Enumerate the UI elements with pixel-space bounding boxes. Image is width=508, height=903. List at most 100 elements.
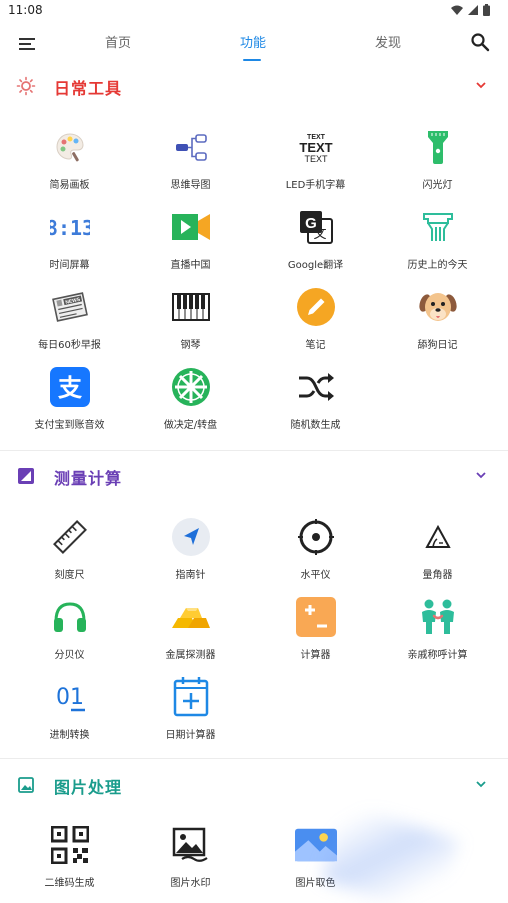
wifi-icon [451, 5, 463, 15]
tool-label: 水平仪 [300, 570, 331, 581]
status-icons [451, 4, 490, 16]
section-header-daily-tools[interactable]: 日常工具 [0, 64, 508, 108]
palette-icon [49, 126, 91, 168]
signal-icon [468, 5, 478, 15]
tab-features[interactable]: 功能 [240, 32, 266, 51]
ruler-icon [49, 516, 91, 558]
tab-indicator [243, 59, 261, 61]
svg-text:支: 支 [58, 374, 83, 402]
search-icon[interactable] [470, 32, 490, 52]
tab-discover[interactable]: 发现 [375, 32, 401, 51]
tool-item-time-screen[interactable]: 8:13 时间屏幕 [6, 206, 133, 286]
tool-label: 量角器 [422, 570, 453, 581]
tool-item-decision-wheel[interactable]: 做决定/转盘 [127, 366, 254, 446]
level-icon [295, 516, 337, 558]
svg-text:01: 01 [56, 685, 84, 710]
tool-item-calculator[interactable]: 计算器 [252, 596, 379, 676]
menu-icon[interactable] [18, 34, 38, 54]
tool-item-metal-detector[interactable]: 金属探测器 [127, 596, 254, 676]
image-color-icon [295, 824, 337, 866]
section-header-image-processing[interactable]: 图片处理 [0, 763, 508, 807]
tool-item-google-translate[interactable]: 文 G Google翻译 [252, 206, 379, 286]
protractor-icon [417, 516, 459, 558]
tool-item-daily-news[interactable]: NEWS 每日60秒早报 [6, 286, 133, 366]
tool-item-image-watermark[interactable]: 图片水印 [127, 824, 254, 903]
tool-item-flashlight[interactable]: 闪光灯 [374, 126, 501, 206]
tool-label: Google翻译 [287, 260, 344, 271]
top-bar: 首页 功能 发现 [0, 24, 508, 64]
tool-label: 直播中国 [170, 260, 211, 271]
tool-item-history-today[interactable]: 历史上的今天 [374, 206, 501, 286]
image-icon [18, 777, 34, 793]
tool-item-protractor[interactable]: 量角器 [374, 516, 501, 596]
compass-icon [170, 516, 212, 558]
tool-label: 亲戚称呼计算 [407, 650, 468, 661]
newspaper-icon: NEWS [49, 286, 91, 328]
live-video-icon [170, 206, 212, 248]
tool-label: 刻度尺 [54, 570, 85, 581]
section-divider [0, 450, 508, 451]
tab-home[interactable]: 首页 [105, 32, 131, 51]
chevron-down-icon[interactable] [474, 468, 488, 482]
alipay-icon: 支 [49, 366, 91, 408]
chevron-down-icon[interactable] [474, 777, 488, 791]
tool-item-random-number[interactable]: 随机数生成 [252, 366, 379, 446]
history-icon [417, 206, 459, 248]
section-divider [0, 758, 508, 759]
tool-item-qr-generator[interactable]: 二维码生成 [6, 824, 133, 903]
tool-label: 分贝仪 [54, 650, 85, 661]
chevron-down-icon[interactable] [474, 78, 488, 92]
mind-map-icon [170, 126, 212, 168]
tool-label: 舔狗日记 [417, 340, 458, 351]
measure-icon [18, 468, 34, 484]
tool-label: 思维导图 [170, 180, 211, 191]
battery-icon [483, 4, 490, 16]
tool-item-mind-map[interactable]: 思维导图 [127, 126, 254, 206]
tool-item-compass[interactable]: 指南针 [127, 516, 254, 596]
headphones-icon [49, 596, 91, 638]
status-bar: 11:08 [0, 0, 508, 22]
tool-item-dog-diary[interactable]: 舔狗日记 [374, 286, 501, 366]
tool-item-live-china[interactable]: 直播中国 [127, 206, 254, 286]
tool-item-simple-drawing-board[interactable]: 简易画板 [6, 126, 133, 206]
tool-label: 随机数生成 [290, 420, 341, 431]
section-title: 测量计算 [54, 469, 123, 488]
tool-label: 图片水印 [170, 878, 211, 889]
calendar-add-icon [170, 676, 212, 718]
svg-text:G: G [305, 215, 317, 232]
tool-item-base-conversion[interactable]: 01 进制转换 [6, 676, 133, 756]
led-text-icon: TEXT TEXT TEXT [295, 126, 337, 168]
tool-label: 钢琴 [180, 340, 201, 351]
section-title: 图片处理 [54, 778, 123, 797]
tool-item-level[interactable]: 水平仪 [252, 516, 379, 596]
tool-label: 每日60秒早报 [38, 340, 101, 351]
image-watermark-icon [170, 824, 212, 866]
tool-label: 简易画板 [49, 180, 90, 191]
tool-item-piano[interactable]: 钢琴 [127, 286, 254, 366]
wheel-icon [170, 366, 212, 408]
tool-item-ruler[interactable]: 刻度尺 [6, 516, 133, 596]
tool-label: 闪光灯 [422, 180, 453, 191]
tool-item-date-calculator[interactable]: 日期计算器 [127, 676, 254, 756]
tool-label: 进制转换 [49, 730, 90, 741]
binary-icon: 01 [49, 676, 91, 718]
tool-item-decibel-meter[interactable]: 分贝仪 [6, 596, 133, 676]
tool-item-relative-title[interactable]: 亲戚称呼计算 [374, 596, 501, 676]
clock-screen-icon: 8:13 [49, 206, 91, 248]
section-title: 日常工具 [54, 79, 123, 98]
shuffle-icon [295, 366, 337, 408]
tool-item-notes[interactable]: 笔记 [252, 286, 379, 366]
tool-item-image-color-picker[interactable]: 图片取色 [252, 824, 379, 903]
tool-label: 做决定/转盘 [163, 420, 218, 431]
tool-label: 时间屏幕 [49, 260, 90, 271]
tool-label: 金属探测器 [165, 650, 216, 661]
tool-label: 指南针 [175, 570, 206, 581]
flashlight-icon [417, 126, 459, 168]
qr-code-icon [49, 824, 91, 866]
tool-item-led-subtitle[interactable]: TEXT TEXT TEXT LED手机字幕 [252, 126, 379, 206]
svg-text:TEXT: TEXT [304, 154, 328, 164]
tool-item-alipay-sound[interactable]: 支 支付宝到账音效 [6, 366, 133, 446]
section-header-measure-calc[interactable]: 测量计算 [0, 454, 508, 498]
note-pencil-icon [295, 286, 337, 328]
tool-label: 二维码生成 [44, 878, 95, 889]
